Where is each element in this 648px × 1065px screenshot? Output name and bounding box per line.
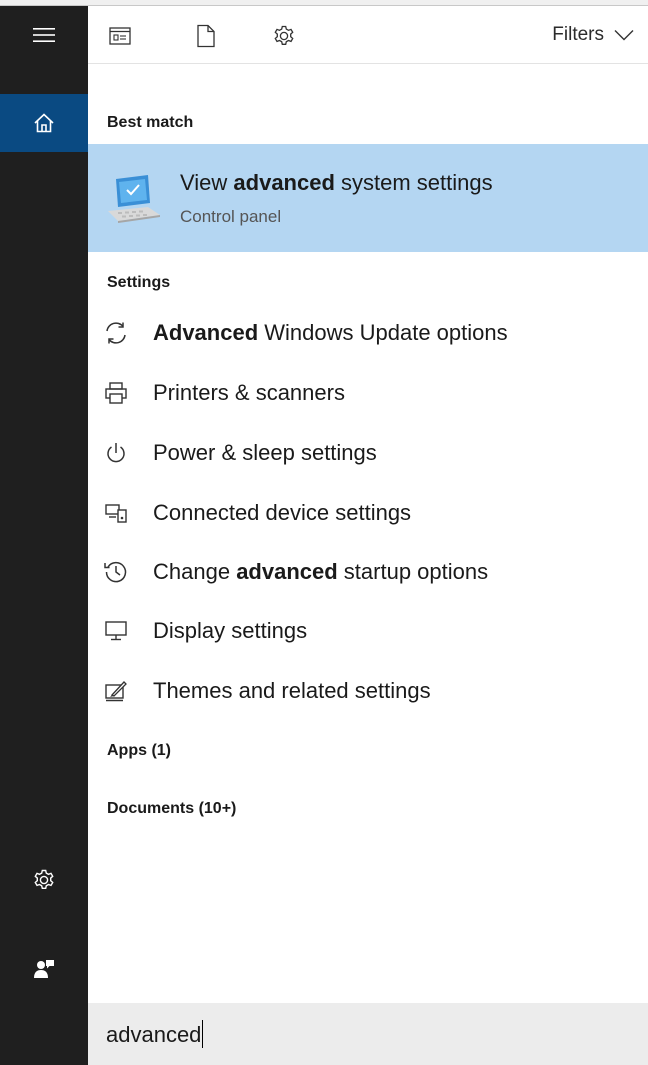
filters-dropdown[interactable]: Filters <box>552 20 634 50</box>
home-icon <box>34 113 54 133</box>
search-toolbar: Filters <box>88 6 648 64</box>
settings-filter-icon <box>274 25 294 45</box>
best-match-result[interactable]: View advanced system settings Control pa… <box>88 144 648 252</box>
filters-label: Filters <box>552 24 604 45</box>
feedback-button[interactable] <box>0 940 88 998</box>
setting-advanced-windows-update[interactable]: Advanced Windows Update options <box>88 308 648 358</box>
setting-label: Themes and related settings <box>153 678 431 703</box>
setting-printers-scanners[interactable]: Printers & scanners <box>88 368 648 418</box>
user-feedback-icon <box>34 960 54 978</box>
documents-filter-icon <box>197 24 215 48</box>
home-button[interactable] <box>0 94 88 152</box>
themes-icon <box>105 681 127 702</box>
setting-label: Connected device settings <box>153 500 412 525</box>
setting-label: Display settings <box>153 618 308 643</box>
apps-heading[interactable]: Apps (1) <box>107 742 171 760</box>
hamburger-menu-button[interactable] <box>0 6 88 64</box>
sync-icon <box>106 322 126 344</box>
search-query: advanced <box>106 1022 202 1047</box>
setting-advanced-startup[interactable]: Change advanced startup options <box>88 547 648 597</box>
documents-filter-button[interactable] <box>192 22 220 50</box>
documents-heading[interactable]: Documents (10+) <box>107 800 236 818</box>
chevron-down-icon <box>614 30 634 41</box>
settings-heading: Settings <box>107 274 171 291</box>
connected-devices-icon <box>105 504 127 523</box>
power-icon <box>107 443 125 463</box>
history-icon <box>104 561 127 583</box>
settings-gear-icon <box>34 869 54 889</box>
setting-label: Advanced Windows Update options <box>153 320 508 345</box>
setting-power-sleep[interactable]: Power & sleep settings <box>88 428 648 478</box>
search-input[interactable]: advanced <box>106 1020 204 1048</box>
settings-button[interactable] <box>0 851 88 909</box>
apps-filter-icon <box>109 27 131 45</box>
best-match-title: View advanced system settings <box>180 170 493 195</box>
setting-label: Change advanced startup options <box>153 559 489 584</box>
search-box[interactable]: advanced <box>88 1003 648 1065</box>
setting-connected-devices[interactable]: Connected device settings <box>88 488 648 538</box>
settings-filter-button[interactable] <box>270 22 298 50</box>
apps-filter-button[interactable] <box>106 22 134 50</box>
setting-themes[interactable]: Themes and related settings <box>88 666 648 716</box>
printer-icon <box>105 382 127 404</box>
best-match-subtitle: Control panel <box>180 207 282 226</box>
setting-label: Power & sleep settings <box>153 440 377 465</box>
search-results-panel: Filters Best match View advanced system … <box>88 6 648 1065</box>
best-match-heading: Best match <box>107 114 194 131</box>
text-caret <box>202 1020 204 1048</box>
start-rail <box>0 6 88 1065</box>
setting-display[interactable]: Display settings <box>88 606 648 656</box>
hamburger-menu-icon <box>33 28 55 42</box>
computer-system-icon <box>108 175 160 223</box>
setting-label: Printers & scanners <box>153 380 345 405</box>
monitor-icon <box>105 621 127 641</box>
